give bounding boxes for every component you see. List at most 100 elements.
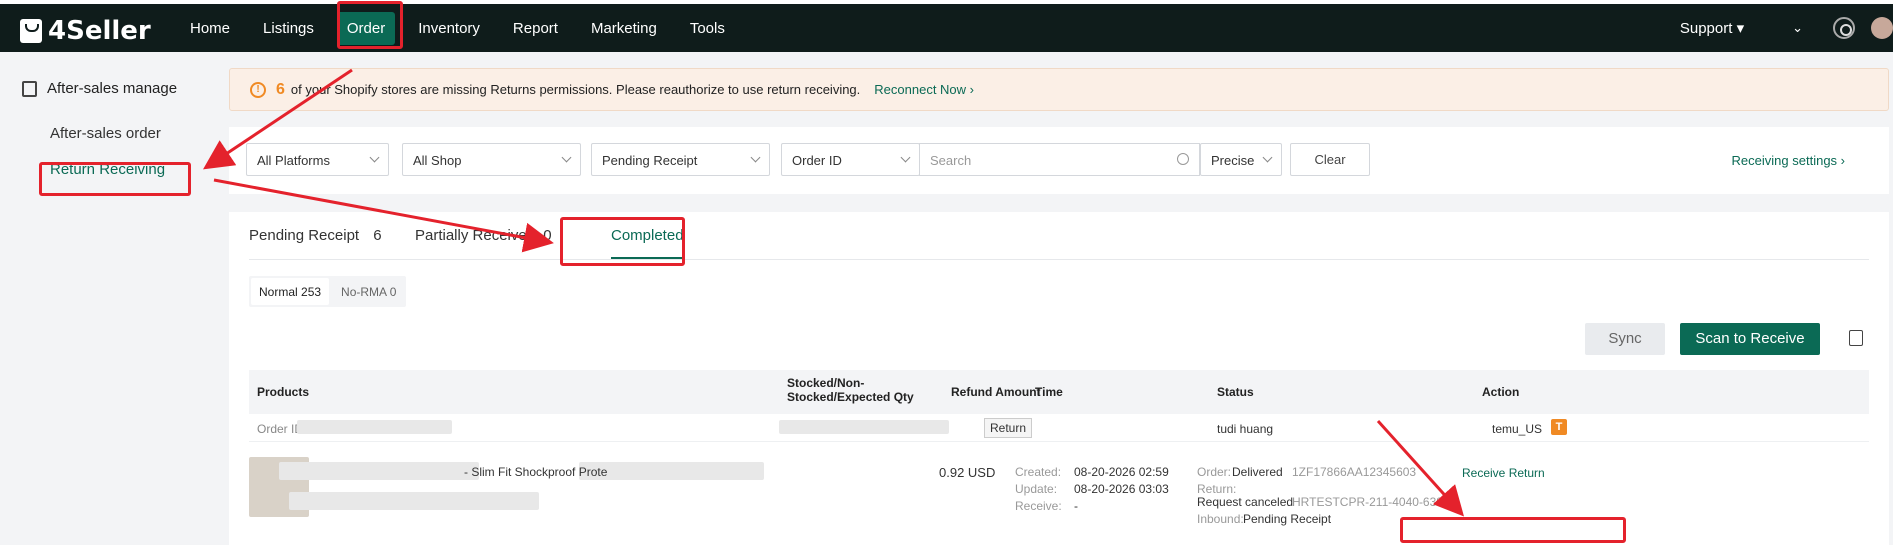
status-select[interactable]: Pending Receipt — [591, 143, 770, 176]
return-status-label: Return: — [1197, 482, 1237, 496]
receive-label: Receive: — [1015, 499, 1062, 513]
nav-tools[interactable]: Tools — [680, 12, 735, 45]
segment-count: 0 — [389, 285, 397, 299]
reconnect-link[interactable]: Reconnect Now › — [874, 82, 974, 97]
inbound-status-value: Pending Receipt — [1243, 512, 1332, 526]
filter-bar: All Platforms All Shop Pending Receipt O… — [229, 127, 1889, 194]
order-type-segment: Normal 253 No-RMA 0 — [249, 276, 407, 307]
return-tag: Return — [984, 418, 1033, 438]
redacted-product-text — [289, 492, 539, 510]
redacted-return-id — [779, 420, 949, 434]
store-name: temu_US — [1492, 422, 1543, 436]
chevron-down-icon — [1262, 152, 1273, 163]
segment-label: No-RMA — [341, 285, 387, 299]
support-menu[interactable]: Support ▾ — [1680, 19, 1744, 37]
update-label: Update: — [1015, 482, 1058, 496]
refund-amount: 0.92 USD — [939, 465, 996, 480]
annotation-box-inbound — [1400, 517, 1626, 543]
tab-partially-received[interactable]: Partially Received 0 — [415, 227, 552, 244]
return-id[interactable]: HRTESTCPR-211-4040-638... — [1292, 495, 1453, 509]
receive-time: - — [1074, 499, 1078, 513]
clipboard-icon — [22, 80, 37, 97]
tab-count: 0 — [543, 227, 552, 244]
tracking-number[interactable]: 1ZF17866AA12345603 — [1292, 465, 1416, 479]
product-title[interactable]: - Slim Fit Shockproof Prote — [464, 465, 607, 479]
top-nav-bar: 4Seller Home Listings Order Inventory Re… — [0, 0, 1893, 52]
tab-label: Partially Received — [415, 227, 536, 244]
segment-normal[interactable]: Normal 253 — [251, 278, 330, 305]
redacted-order-id — [297, 420, 452, 434]
order-row-header: Order ID Return tudi huang temu_US T — [249, 414, 1869, 442]
nav-marketing[interactable]: Marketing — [581, 12, 667, 45]
gear-icon[interactable] — [1833, 17, 1855, 39]
platform-select-value: All Platforms — [257, 153, 330, 168]
search-input[interactable]: Search — [919, 143, 1200, 176]
col-status: Status — [1217, 385, 1254, 399]
sidebar-header-label: After-sales manage — [47, 80, 178, 97]
redacted-product-text — [279, 462, 479, 480]
order-status-label: Order: — [1197, 465, 1232, 479]
match-mode-select[interactable]: Precise — [1200, 143, 1282, 176]
avatar[interactable] — [1871, 17, 1893, 39]
inbound-status-label: Inbound: — [1197, 512, 1244, 526]
col-products: Products — [257, 385, 310, 399]
sync-button[interactable]: Sync — [1585, 323, 1665, 355]
temu-store-icon: T — [1551, 419, 1567, 435]
chevron-down-icon — [369, 152, 380, 163]
annotation-box-completed — [560, 217, 685, 266]
nav-home[interactable]: Home — [180, 12, 240, 45]
col-action: Action — [1482, 385, 1520, 399]
sidebar-item-after-sales-order[interactable]: After-sales order — [50, 125, 161, 142]
nav-inventory[interactable]: Inventory — [408, 12, 490, 45]
main-panel: Pending Receipt 6 Partially Received 0 C… — [229, 212, 1889, 545]
status-tabs: Pending Receipt 6 Partially Received 0 C… — [249, 212, 1869, 260]
chevron-down-icon — [750, 152, 761, 163]
banner-count: 6 — [276, 80, 285, 98]
nav-listings[interactable]: Listings — [253, 12, 324, 45]
top-right-controls: Support ▾ ⌄ — [1680, 4, 1893, 52]
search-icon[interactable] — [1177, 153, 1189, 165]
search-field-select[interactable]: Order ID — [781, 143, 920, 176]
segment-label: Normal — [259, 285, 298, 299]
col-refund: Refund Amount — [951, 385, 1041, 399]
segment-no-rma[interactable]: No-RMA 0 — [331, 276, 406, 307]
warning-icon: ! — [250, 81, 266, 98]
order-status-value: Delivered — [1232, 465, 1283, 479]
customer-name: tudi huang — [1217, 422, 1274, 436]
status-select-value: Pending Receipt — [602, 153, 698, 168]
main-nav: Home Listings Order Inventory Report Mar… — [180, 4, 748, 52]
search-placeholder: Search — [930, 153, 972, 168]
shop-select-value: All Shop — [413, 153, 462, 168]
created-time: 08-20-2026 02:59 — [1074, 465, 1169, 479]
receiving-settings-link[interactable]: Receiving settings › — [1732, 153, 1845, 168]
chevron-down-icon — [561, 152, 572, 163]
tab-count: 6 — [373, 227, 382, 244]
match-mode-value: Precise — [1211, 153, 1255, 168]
annotation-box-order — [337, 1, 403, 49]
table-header: Products Stocked/Non-Stocked/Expected Qt… — [249, 370, 1869, 414]
app-logo[interactable]: 4Seller — [20, 16, 151, 46]
search-field-value: Order ID — [792, 153, 842, 168]
app-name: 4Seller — [48, 16, 151, 46]
created-label: Created: — [1015, 465, 1062, 479]
receive-return-link[interactable]: Receive Return — [1462, 466, 1545, 480]
shop-select[interactable]: All Shop — [402, 143, 581, 176]
update-time: 08-20-2026 03:03 — [1074, 482, 1169, 496]
col-time: Time — [1035, 385, 1063, 399]
clear-button[interactable]: Clear — [1290, 143, 1370, 176]
annotation-box-return-receiving — [39, 162, 191, 196]
scan-to-receive-button[interactable]: Scan to Receive — [1680, 323, 1820, 355]
tab-pending-receipt[interactable]: Pending Receipt 6 — [249, 227, 382, 244]
sidebar-header[interactable]: After-sales manage — [22, 80, 177, 97]
permission-warning-banner: ! 6 of your Shopify stores are missing R… — [229, 68, 1889, 111]
shopping-bag-icon — [20, 19, 42, 43]
platform-select[interactable]: All Platforms — [246, 143, 389, 176]
sidebar: After-sales manage After-sales order Ret… — [0, 52, 218, 545]
return-status-value: Request canceled — [1197, 495, 1294, 509]
banner-message: of your Shopify stores are missing Retur… — [290, 82, 861, 97]
chevron-down-icon — [900, 152, 911, 163]
chevron-down-icon[interactable]: ⌄ — [1792, 20, 1803, 36]
tab-label: Pending Receipt — [249, 227, 360, 244]
nav-report[interactable]: Report — [503, 12, 568, 45]
export-icon[interactable] — [1849, 330, 1863, 346]
